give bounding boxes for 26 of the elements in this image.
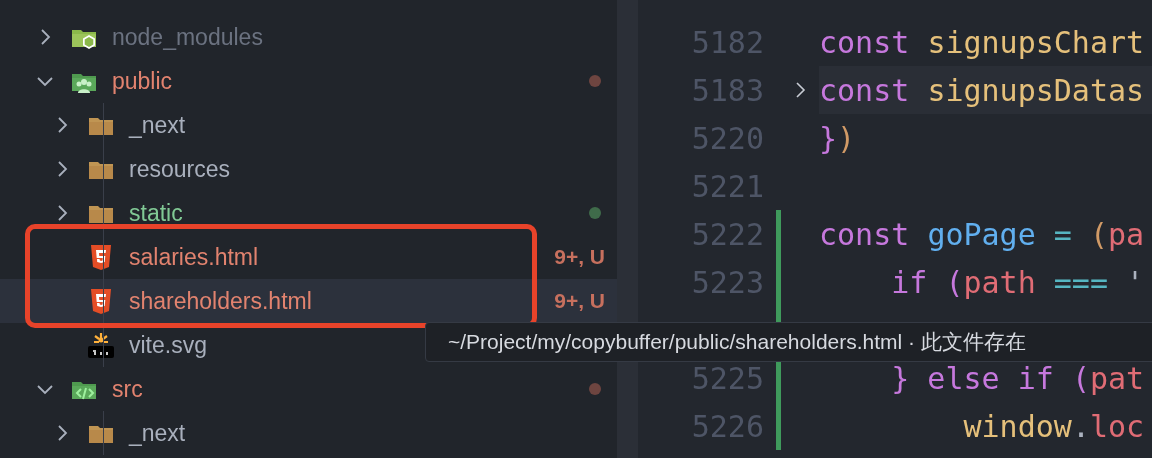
line-number: 5222 [690, 215, 764, 254]
code-line: const signupsChart [819, 23, 1146, 62]
tree-item[interactable]: shareholders.html 9+, U [0, 279, 617, 323]
svg-file-icon [87, 331, 115, 359]
line-number: 5223 [690, 263, 764, 302]
tree-item[interactable]: public [0, 59, 617, 103]
git-status: 9+, U [554, 244, 605, 271]
tooltip: ~/Project/my/copybuffer/public/shareholders.html · 此文件存在 [425, 322, 1152, 362]
line-number: 5225 [690, 359, 764, 398]
line-number: 5226 [690, 407, 764, 446]
tree-item[interactable]: src [0, 367, 617, 411]
tree-item[interactable]: _next [0, 411, 617, 455]
code-line: } else if (pat [890, 359, 1146, 398]
tree-item[interactable]: resources [0, 147, 617, 191]
code-line: const goPage = (pa [819, 215, 1146, 254]
line-number: 5183 [690, 71, 764, 110]
tree-item[interactable]: static [0, 191, 617, 235]
git-status: 9+, U [554, 288, 605, 315]
line-number: 5220 [690, 119, 764, 158]
line-number: 5221 [690, 167, 764, 206]
code-line: window.loc [962, 407, 1146, 446]
tree-item[interactable]: _next [0, 103, 617, 147]
code-line: }) [819, 119, 857, 158]
tree-item[interactable]: salaries.html 9+, U [0, 235, 617, 279]
line-number: 5182 [690, 23, 764, 62]
code-line: if (path === ' [890, 263, 1146, 302]
